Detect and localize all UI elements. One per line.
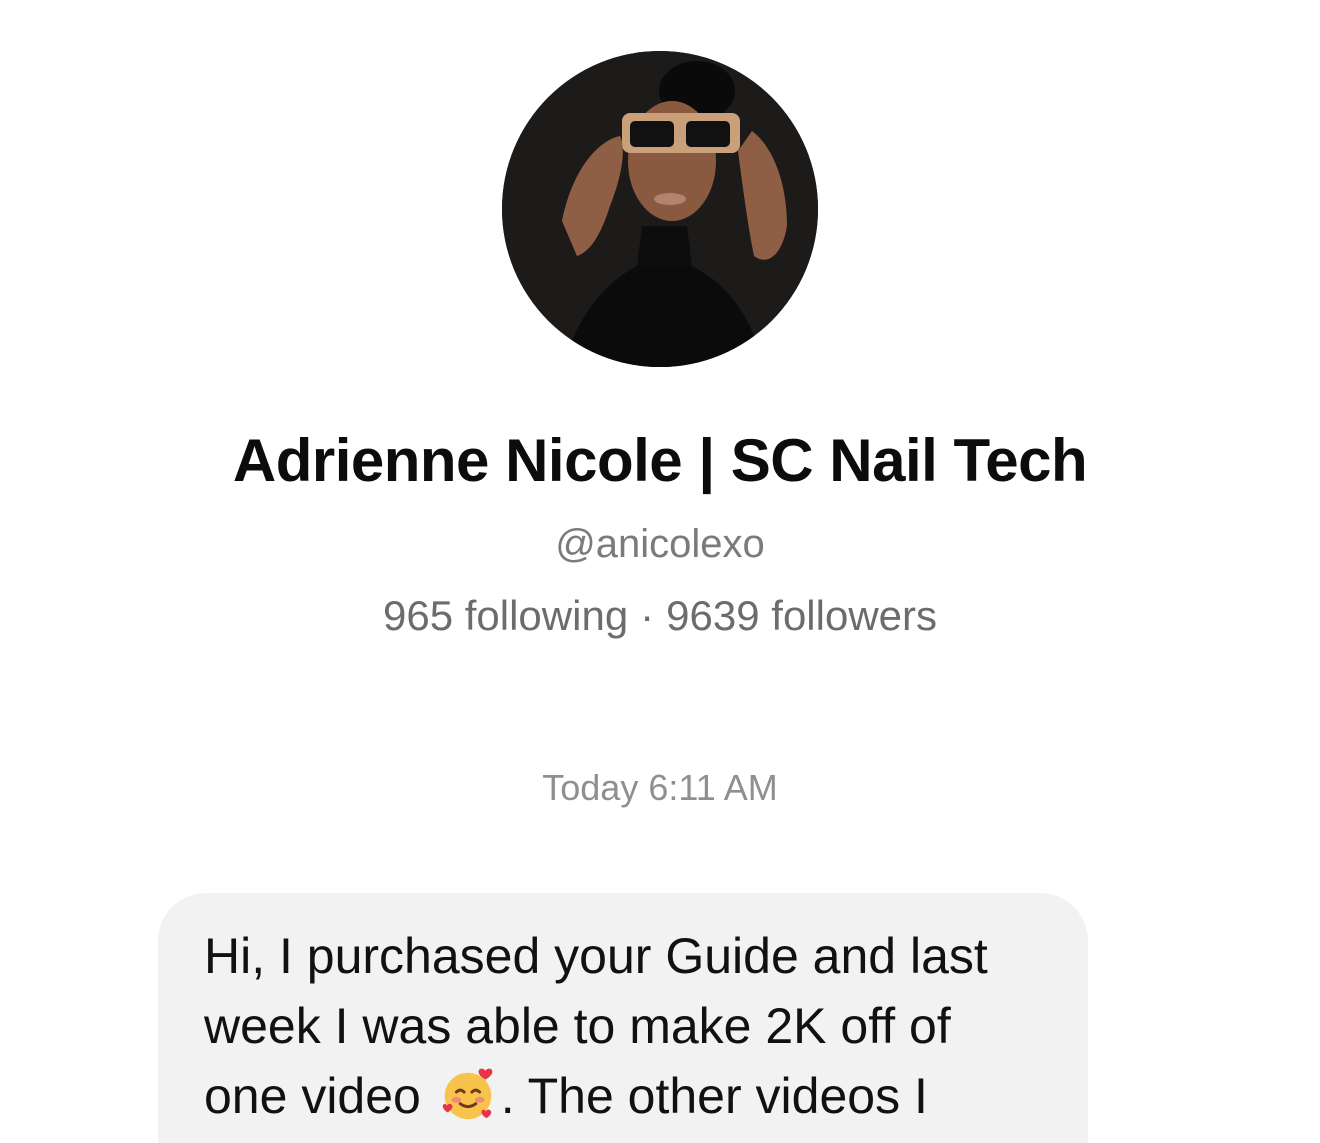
following-count[interactable]: 965 following	[383, 592, 628, 639]
message-timestamp: Today 6:11 AM	[542, 767, 778, 808]
message-bubble[interactable]: Hi, I purchased your Guide and last week…	[158, 893, 1088, 1143]
follow-stats: 965 following · 9639 followers	[0, 591, 1320, 641]
message-line: week I was able to make 2K off of	[204, 998, 951, 1054]
avatar[interactable]	[502, 51, 818, 367]
message-line: . The other videos I	[500, 1068, 928, 1124]
stats-separator: ·	[640, 592, 655, 639]
message-line: one video	[204, 1068, 435, 1124]
message-text: Hi, I purchased your Guide and last week…	[204, 921, 1064, 1131]
followers-count[interactable]: 9639 followers	[666, 592, 937, 639]
username-handle[interactable]: @anicolexo	[0, 520, 1320, 568]
avatar-photo	[502, 51, 818, 367]
smiling-face-with-hearts-icon	[437, 1063, 499, 1125]
message-line: Hi, I purchased your Guide and last	[204, 928, 988, 984]
display-name: Adrienne Nicole | SC Nail Tech	[232, 427, 1088, 494]
